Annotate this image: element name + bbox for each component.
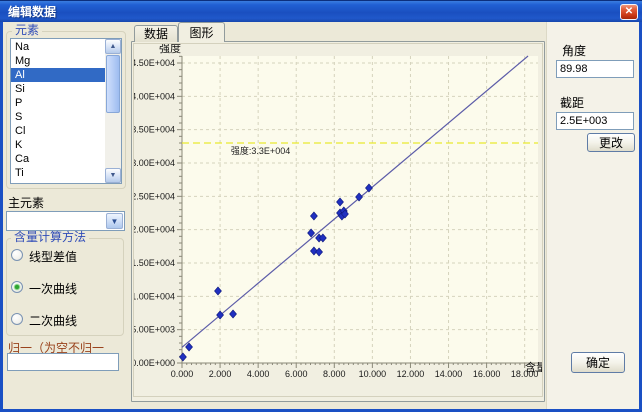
element-list-scrollbar[interactable]: ▲ ▼ <box>105 39 121 183</box>
x-tick-label: 2.000 <box>209 369 232 379</box>
intercept-label: 截距 <box>560 94 584 111</box>
radio-method-label: 一次曲线 <box>29 280 77 297</box>
element-item-Si[interactable]: Si <box>11 82 105 96</box>
x-tick-label: 8.000 <box>323 369 346 379</box>
intensity-content-chart: 0.000 2.000 4.000 6.000 8.000 10.000 12.000 14.… <box>133 43 543 397</box>
y-axis-title: 强度 <box>159 44 181 55</box>
scatter-plot: 0.000 2.000 4.000 6.000 8.000 10.000 12.000 14.… <box>134 44 542 396</box>
radio-circle-icon[interactable] <box>11 249 23 261</box>
marker-line-label: 强度:3.3E+004 <box>231 145 290 156</box>
x-axis-title: 含量 <box>525 360 542 374</box>
y-tick-label: 4.50E+004 <box>134 58 175 68</box>
scroll-down-icon[interactable]: ▼ <box>105 168 121 183</box>
y-tick-label: 2.00E+004 <box>134 225 175 235</box>
y-tick-label: 5.00E+003 <box>134 325 175 335</box>
title-bar[interactable]: 编辑数据 ✕ <box>0 0 642 22</box>
x-tick-label: 14.000 <box>435 369 463 379</box>
element-list: NaMgAlSiPSClKCaTi <box>11 40 105 180</box>
radio-method-1[interactable]: 一次曲线 <box>11 279 111 295</box>
ok-button[interactable]: 确定 <box>571 352 625 373</box>
tab-data[interactable]: 数据 <box>134 25 178 42</box>
y-tick-label: 2.50E+004 <box>134 191 175 201</box>
radio-circle-icon[interactable] <box>11 313 23 325</box>
element-item-S[interactable]: S <box>11 110 105 124</box>
y-tick-label: 1.00E+004 <box>134 291 175 301</box>
x-tick-label: 12.000 <box>397 369 425 379</box>
x-tick-label: 6.000 <box>285 369 308 379</box>
scrollbar-thumb[interactable] <box>106 55 120 113</box>
change-button[interactable]: 更改 <box>587 133 635 152</box>
element-item-Al[interactable]: Al <box>11 68 105 82</box>
radio-circle-icon[interactable] <box>11 281 23 293</box>
y-tick-label: 1.50E+004 <box>134 258 175 268</box>
radio-method-2[interactable]: 二次曲线 <box>11 311 111 327</box>
elements-group-caption: 元素 <box>12 24 42 37</box>
element-item-Na[interactable]: Na <box>11 40 105 54</box>
element-item-P[interactable]: P <box>11 96 105 110</box>
element-listbox[interactable]: NaMgAlSiPSClKCaTi ▲ ▼ <box>10 38 122 184</box>
close-icon[interactable]: ✕ <box>620 4 638 20</box>
plot-area <box>182 56 538 363</box>
x-tick-label: 4.000 <box>247 369 270 379</box>
radio-dot-icon <box>15 285 19 289</box>
radio-method-label: 二次曲线 <box>29 312 77 329</box>
right-panel <box>546 22 639 409</box>
main-element-combobox[interactable]: ▼ <box>6 211 125 231</box>
angle-label: 角度 <box>562 42 586 59</box>
element-item-Ca[interactable]: Ca <box>11 152 105 166</box>
tab-graph[interactable]: 图形 <box>178 22 225 42</box>
x-tick-label: 10.000 <box>359 369 387 379</box>
edit-data-dialog: 编辑数据 ✕ 元素 NaMgAlSiPSClKCaTi ▲ ▼ 主元素 ▼ 含量… <box>0 0 642 412</box>
y-tick-label: 0.00E+000 <box>134 358 175 368</box>
y-tick-label: 4.00E+004 <box>134 91 175 101</box>
y-tick-label: 3.50E+004 <box>134 125 175 135</box>
angle-input[interactable] <box>556 60 634 78</box>
radio-method-label: 线型差值 <box>29 248 77 265</box>
element-item-Ti[interactable]: Ti <box>11 166 105 180</box>
normalize-input[interactable] <box>7 353 119 371</box>
element-item-Mg[interactable]: Mg <box>11 54 105 68</box>
main-element-label: 主元素 <box>8 194 44 211</box>
scroll-up-icon[interactable]: ▲ <box>105 39 121 54</box>
window-title: 编辑数据 <box>8 1 56 23</box>
y-tick-label: 3.00E+004 <box>134 158 175 168</box>
method-group-caption: 含量计算方法 <box>11 231 89 244</box>
chevron-down-icon[interactable]: ▼ <box>106 213 123 229</box>
intercept-input[interactable] <box>556 112 634 130</box>
x-tick-label: 0.000 <box>171 369 194 379</box>
radio-method-0[interactable]: 线型差值 <box>11 247 111 263</box>
element-item-Cl[interactable]: Cl <box>11 124 105 138</box>
element-item-K[interactable]: K <box>11 138 105 152</box>
x-tick-label: 16.000 <box>473 369 501 379</box>
